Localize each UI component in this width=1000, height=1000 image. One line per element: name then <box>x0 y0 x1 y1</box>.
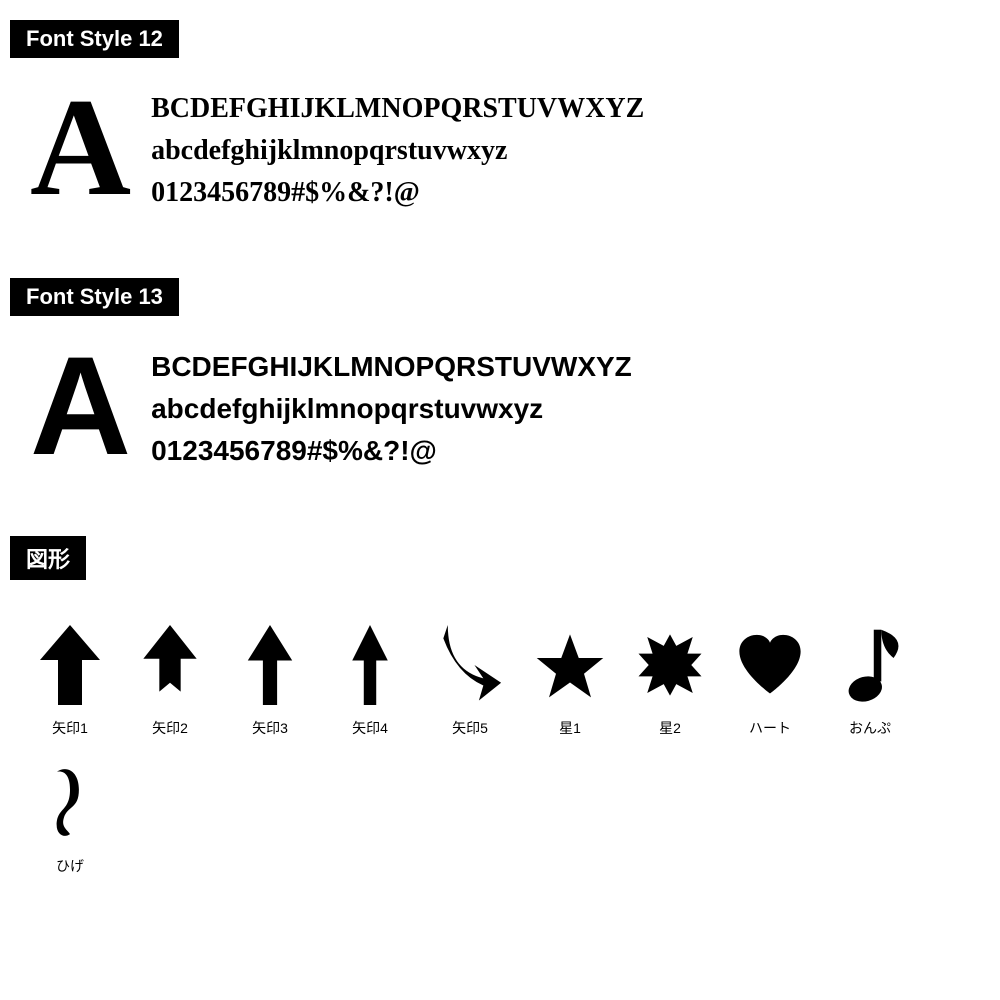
font-style-12-demo: A BCDEFGHIJKLMNOPQRSTUVWXYZ abcdefghijkl… <box>10 68 990 238</box>
font-style-13-header: Font Style 13 <box>10 278 179 316</box>
arrow3-icon <box>235 620 305 710</box>
shape-label-arrow4: 矢印4 <box>352 718 388 738</box>
font-style-12-header: Font Style 12 <box>10 20 179 58</box>
font-style-13-big-letter: A <box>30 336 131 476</box>
shape-item-heart: ハート <box>725 620 815 738</box>
shape-label-mustache: ひげ <box>56 856 84 876</box>
page: Font Style 12 A BCDEFGHIJKLMNOPQRSTUVWXY… <box>0 0 1000 916</box>
font-style-12-char-lines: BCDEFGHIJKLMNOPQRSTUVWXYZ abcdefghijklmn… <box>151 78 644 214</box>
shape-label-arrow3: 矢印3 <box>252 718 288 738</box>
font-style-12-section: Font Style 12 A BCDEFGHIJKLMNOPQRSTUVWXY… <box>10 20 990 238</box>
shape-label-star2: 星2 <box>659 718 681 738</box>
shape-item-mustache: ひげ <box>25 758 115 876</box>
heart-icon <box>735 620 805 710</box>
shape-label-arrow5: 矢印5 <box>452 718 488 738</box>
shape-item-arrow1: 矢印1 <box>25 620 115 738</box>
shape-label-star1: 星1 <box>559 718 581 738</box>
arrow5-icon <box>435 620 505 710</box>
font-style-13-line-2: abcdefghijklmnopqrstuvwxyz <box>151 388 632 430</box>
shape-label-heart: ハート <box>749 718 791 738</box>
font-style-13-line-3: 0123456789#$%&?!@ <box>151 430 632 472</box>
star1-icon <box>535 620 605 710</box>
font-style-12-line-3: 0123456789#$%&?!@ <box>151 172 644 214</box>
arrow2-icon <box>135 620 205 710</box>
font-style-12-line-1: BCDEFGHIJKLMNOPQRSTUVWXYZ <box>151 88 644 130</box>
shape-item-arrow5: 矢印5 <box>425 620 515 738</box>
font-style-12-big-letter: A <box>30 78 131 218</box>
shape-label-arrow2: 矢印2 <box>152 718 188 738</box>
shapes-grid: 矢印1 矢印2 矢印3 <box>10 590 990 896</box>
mustache-icon <box>35 758 105 848</box>
font-style-13-line-1: BCDEFGHIJKLMNOPQRSTUVWXYZ <box>151 346 632 388</box>
star2-icon <box>635 620 705 710</box>
shape-item-note: おんぷ <box>825 620 915 738</box>
arrow1-icon <box>35 620 105 710</box>
note-icon <box>835 620 905 710</box>
shape-label-note: おんぷ <box>849 718 891 738</box>
shape-item-star2: 星2 <box>625 620 715 738</box>
shape-item-arrow4: 矢印4 <box>325 620 415 738</box>
font-style-13-demo: A BCDEFGHIJKLMNOPQRSTUVWXYZ abcdefghijkl… <box>10 326 990 496</box>
shapes-header: 図形 <box>10 536 86 580</box>
shape-item-arrow2: 矢印2 <box>125 620 215 738</box>
shapes-section: 図形 矢印1 矢印2 <box>10 536 990 896</box>
arrow4-icon <box>335 620 405 710</box>
font-style-12-line-2: abcdefghijklmnopqrstuvwxyz <box>151 130 644 172</box>
font-style-13-char-lines: BCDEFGHIJKLMNOPQRSTUVWXYZ abcdefghijklmn… <box>151 336 632 472</box>
shape-label-arrow1: 矢印1 <box>52 718 88 738</box>
shape-item-arrow3: 矢印3 <box>225 620 315 738</box>
font-style-13-section: Font Style 13 A BCDEFGHIJKLMNOPQRSTUVWXY… <box>10 278 990 496</box>
shape-item-star1: 星1 <box>525 620 615 738</box>
